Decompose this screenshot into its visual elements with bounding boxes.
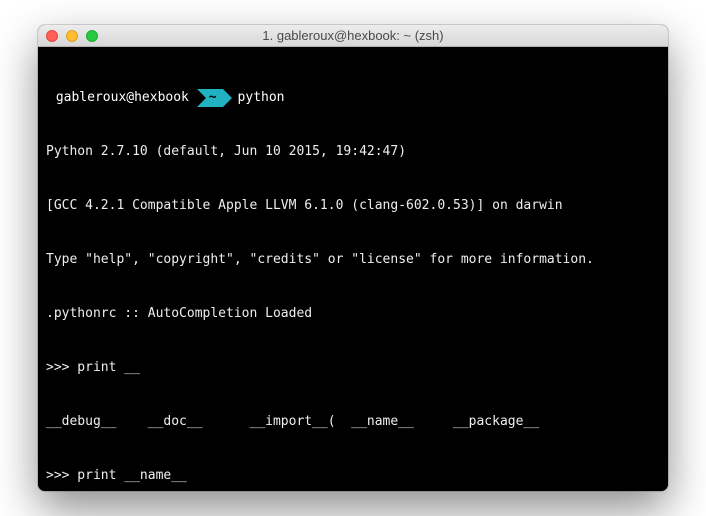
zoom-icon[interactable] xyxy=(86,30,98,42)
command-text: python xyxy=(238,89,285,107)
minimize-icon[interactable] xyxy=(66,30,78,42)
output-line: __debug__ __doc__ __import__( __name__ _… xyxy=(46,413,660,431)
separator-end-icon xyxy=(223,89,232,107)
host-text: gableroux@hexbook xyxy=(56,90,189,105)
output-line: .pythonrc :: AutoCompletion Loaded xyxy=(46,305,660,323)
prompt-row: gableroux@hexbook ~ python xyxy=(46,89,660,107)
titlebar[interactable]: 1. gableroux@hexbook: ~ (zsh) xyxy=(38,25,668,47)
window-title: 1. gableroux@hexbook: ~ (zsh) xyxy=(38,28,668,43)
output-line: [GCC 4.2.1 Compatible Apple LLVM 6.1.0 (… xyxy=(46,197,660,215)
prompt-dir: ~ xyxy=(206,89,223,107)
terminal-window: 1. gableroux@hexbook: ~ (zsh) gableroux@… xyxy=(38,25,668,491)
prompt-host: gableroux@hexbook xyxy=(46,89,197,107)
output-line: Type "help", "copyright", "credits" or "… xyxy=(46,251,660,269)
output-line: Python 2.7.10 (default, Jun 10 2015, 19:… xyxy=(46,143,660,161)
traffic-lights xyxy=(46,30,98,42)
close-icon[interactable] xyxy=(46,30,58,42)
terminal-body[interactable]: gableroux@hexbook ~ python Python 2.7.10 … xyxy=(38,47,668,491)
separator-icon xyxy=(197,89,206,107)
output-line: >>> print __name__ xyxy=(46,467,660,485)
output-line: >>> print __ xyxy=(46,359,660,377)
